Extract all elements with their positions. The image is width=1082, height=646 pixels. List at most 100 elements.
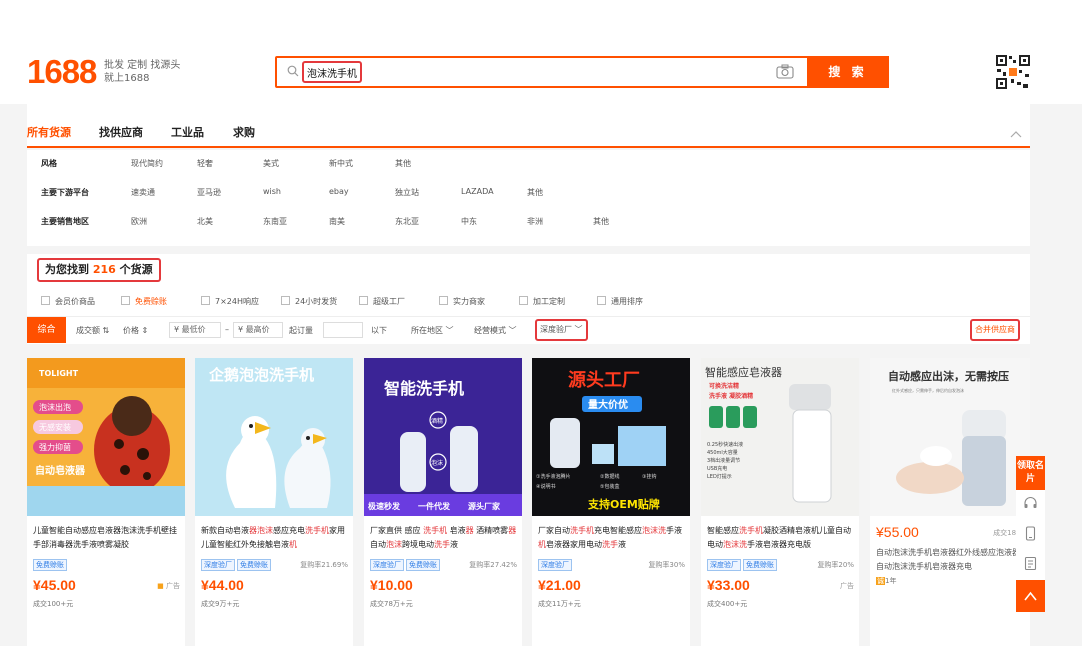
checkbox-24h-ship[interactable]: 24小时发货 — [281, 296, 337, 307]
svg-text:USB充电: USB充电 — [707, 465, 727, 472]
title-keyword: 泡沫洗 — [642, 526, 666, 535]
title-keyword: 器泡沫 — [249, 526, 273, 535]
svg-text:无感安装: 无感安装 — [39, 422, 71, 432]
tag: 免费赊账 — [743, 559, 777, 571]
checkbox-member-price[interactable]: 会员价商品 — [41, 296, 95, 307]
product-card[interactable]: 智能感应皂液器 可换洗洁精 洗手液 凝胶酒精 0.25秒快速出液 450ml大容… — [701, 358, 859, 646]
min-price-input[interactable]: ¥ 最低价 — [169, 322, 221, 338]
checkbox-custom-processing[interactable]: 加工定制 — [519, 296, 565, 307]
product-image[interactable]: 源头工厂 量大价优 ①洗手液泡腾片 ②数据线 ③挂钩 ④说明书 ⑤包装盒 支持O… — [532, 358, 690, 516]
checkbox-super-factory[interactable]: 超级工厂 — [359, 296, 405, 307]
svg-text:自动感应出沫，无需按压: 自动感应出沫，无需按压 — [888, 369, 1009, 383]
svg-text:泡沫出泡: 泡沫出泡 — [39, 402, 71, 412]
product-card[interactable]: 智能洗手机 酒精 泡沫 极速秒发 一件代发 源头厂家 厂家直供 感应 洗手机 皂… — [364, 358, 522, 646]
title-keyword: 机 — [289, 540, 297, 549]
checkbox-general-sort[interactable]: 通用排序 — [597, 296, 643, 307]
filter-option[interactable]: 美式 — [263, 158, 279, 169]
camera-icon[interactable] — [775, 63, 795, 81]
filter-option[interactable]: 其他 — [593, 216, 609, 227]
filter-option[interactable]: 轻奢 — [197, 158, 213, 169]
search-button[interactable]: 搜 索 — [807, 56, 889, 88]
ad-badge: ■ 广告 — [157, 582, 180, 590]
product-image[interactable]: 智能感应皂液器 可换洗洁精 洗手液 凝胶酒精 0.25秒快速出液 450ml大容… — [701, 358, 859, 516]
product-image[interactable]: 企鹅泡泡洗手机 — [195, 358, 353, 516]
product-image[interactable]: 智能洗手机 酒精 泡沫 极速秒发 一件代发 源头厂家 — [364, 358, 522, 516]
filter-option[interactable]: 其他 — [527, 187, 543, 198]
product-tags: 深度验厂 免费赊账 — [707, 559, 779, 571]
business-mode-dropdown[interactable]: 经营模式 ﹀ — [474, 325, 517, 336]
tab-purchase[interactable]: 求购 — [233, 124, 255, 140]
product-tags: 免费赊账 — [33, 559, 69, 571]
sort-sales[interactable]: 成交额 ⇅ — [76, 325, 109, 336]
filter-label: 风格 — [41, 159, 57, 168]
svg-text:智能洗手机: 智能洗手机 — [384, 379, 464, 398]
product-title[interactable]: 自动泡沫洗手机皂液器红外线感应泡液器自动泡沫洗手机皂液器充电 — [876, 546, 1024, 574]
tab-industrial[interactable]: 工业品 — [171, 124, 204, 140]
filter-option[interactable]: ebay — [329, 187, 349, 196]
filter-option[interactable]: 欧洲 — [131, 216, 147, 227]
product-title[interactable]: 新款自动皂液器泡沫感应充电洗手机家用儿童智能红外免接触皂液机 — [201, 524, 349, 552]
logo[interactable]: 1688 — [27, 54, 97, 90]
svg-text:④说明书: ④说明书 — [536, 483, 555, 490]
filter-option[interactable]: 东北亚 — [395, 216, 419, 227]
svg-text:酒精: 酒精 — [431, 417, 443, 425]
filter-option[interactable]: LAZADA — [461, 187, 494, 196]
checkbox-strong-merchant[interactable]: 实力商家 — [439, 296, 485, 307]
product-title[interactable]: 厂家自动洗手机充电智能感应泡沫洗手液机皂液器家用电动洗手液 — [538, 524, 686, 552]
product-price: ¥45.00 — [33, 577, 76, 593]
filter-option[interactable]: 现代简约 — [131, 158, 163, 169]
product-card[interactable]: 企鹅泡泡洗手机 新款自动皂液器泡沫感应充电洗手机家用儿童智能红外免接触皂液机 深… — [195, 358, 353, 646]
result-prefix: 为您找到 — [45, 263, 89, 276]
document-icon[interactable] — [1023, 556, 1038, 571]
sort-price[interactable]: 价格 ⇕ — [123, 325, 148, 336]
filter-option[interactable]: wish — [263, 187, 281, 196]
depth-inspection-dropdown[interactable]: 深度验厂 ﹀ — [535, 319, 588, 341]
back-to-top-button[interactable] — [1016, 580, 1045, 612]
filter-option[interactable]: 北美 — [197, 216, 213, 227]
headset-icon[interactable] — [1023, 496, 1038, 511]
repurchase-rate: 复购率27.42% — [469, 561, 517, 569]
filter-option[interactable]: 速卖通 — [131, 187, 155, 198]
product-card[interactable]: TOLIGHT 泡沫出泡 无感安装 强力抑菌 自动皂液器 儿童智能自动感应皂液器… — [27, 358, 185, 646]
title-text: 自动泡沫洗手机皂液器红外线感应泡液器自动泡沫洗手机皂液器充电 — [876, 548, 1020, 571]
repurchase-rate: 复购率30% — [648, 561, 685, 569]
filter-option[interactable]: 亚马逊 — [197, 187, 221, 198]
region-dropdown[interactable]: 所在地区 ﹀ — [411, 325, 454, 336]
deal-volume: 成交400+元 — [707, 600, 748, 608]
product-tags: 深度验厂 — [538, 559, 574, 571]
product-price: ¥33.00 — [707, 577, 750, 593]
chevron-up-icon[interactable] — [1010, 130, 1022, 138]
svg-text:自动皂液器: 自动皂液器 — [35, 464, 86, 477]
qrcode-icon[interactable] — [995, 54, 1031, 90]
tab-find-supplier[interactable]: 找供应商 — [99, 124, 143, 140]
search-input[interactable] — [302, 61, 362, 83]
sort-comprehensive[interactable]: 综合 — [27, 317, 66, 343]
title-text: 皂液 — [447, 526, 466, 535]
search-box: 搜 索 — [275, 56, 889, 88]
product-image[interactable]: 自动感应出沫，无需按压 红外式感应，只需伸手，伸后约自发泡沫 — [870, 358, 1030, 516]
moq-input[interactable] — [323, 322, 363, 338]
phone-icon[interactable] — [1023, 526, 1038, 541]
max-price-input[interactable]: ¥ 最高价 — [233, 322, 283, 338]
filter-option[interactable]: 新中式 — [329, 158, 353, 169]
product-card[interactable]: 源头工厂 量大价优 ①洗手液泡腾片 ②数据线 ③挂钩 ④说明书 ⑤包装盒 支持O… — [532, 358, 690, 646]
filter-option[interactable]: 其他 — [395, 158, 411, 169]
product-image[interactable]: TOLIGHT 泡沫出泡 无感安装 强力抑菌 自动皂液器 — [27, 358, 185, 516]
product-card[interactable]: 自动感应出沫，无需按压 红外式感应，只需伸手，伸后约自发泡沫 ¥55.00 成交… — [870, 358, 1030, 646]
filter-option[interactable]: 独立站 — [395, 187, 419, 198]
get-card-button[interactable]: 领取名片 — [1016, 456, 1045, 490]
title-text: 智能感应 — [707, 526, 739, 535]
filter-option[interactable]: 南美 — [329, 216, 345, 227]
tab-all-sources[interactable]: 所有货源 — [27, 124, 71, 140]
product-price: ¥44.00 — [201, 577, 244, 593]
svg-text:可换洗洁精: 可换洗洁精 — [709, 382, 739, 390]
filter-option[interactable]: 东南亚 — [263, 216, 287, 227]
filter-option[interactable]: 中东 — [461, 216, 477, 227]
product-title[interactable]: 儿童智能自动感应皂液器泡沫洗手机壁挂手部消毒器洗手液喷雾凝胶 — [33, 524, 181, 552]
product-title[interactable]: 厂家直供 感应 洗手机 皂液器 酒精喷雾器自动泡沫跨境电动洗手液 — [370, 524, 518, 552]
product-title[interactable]: 智能感应洗手机凝胶酒精皂液机儿童自动电动泡沫洗手液皂液器充电版 — [707, 524, 855, 552]
checkbox-24h-response[interactable]: 7×24H响应 — [201, 296, 259, 307]
checkbox-free-credit[interactable]: 免费赊账 — [121, 296, 167, 307]
filter-option[interactable]: 非洲 — [527, 216, 543, 227]
merge-supplier-button[interactable]: 合并供应商 — [970, 319, 1020, 341]
